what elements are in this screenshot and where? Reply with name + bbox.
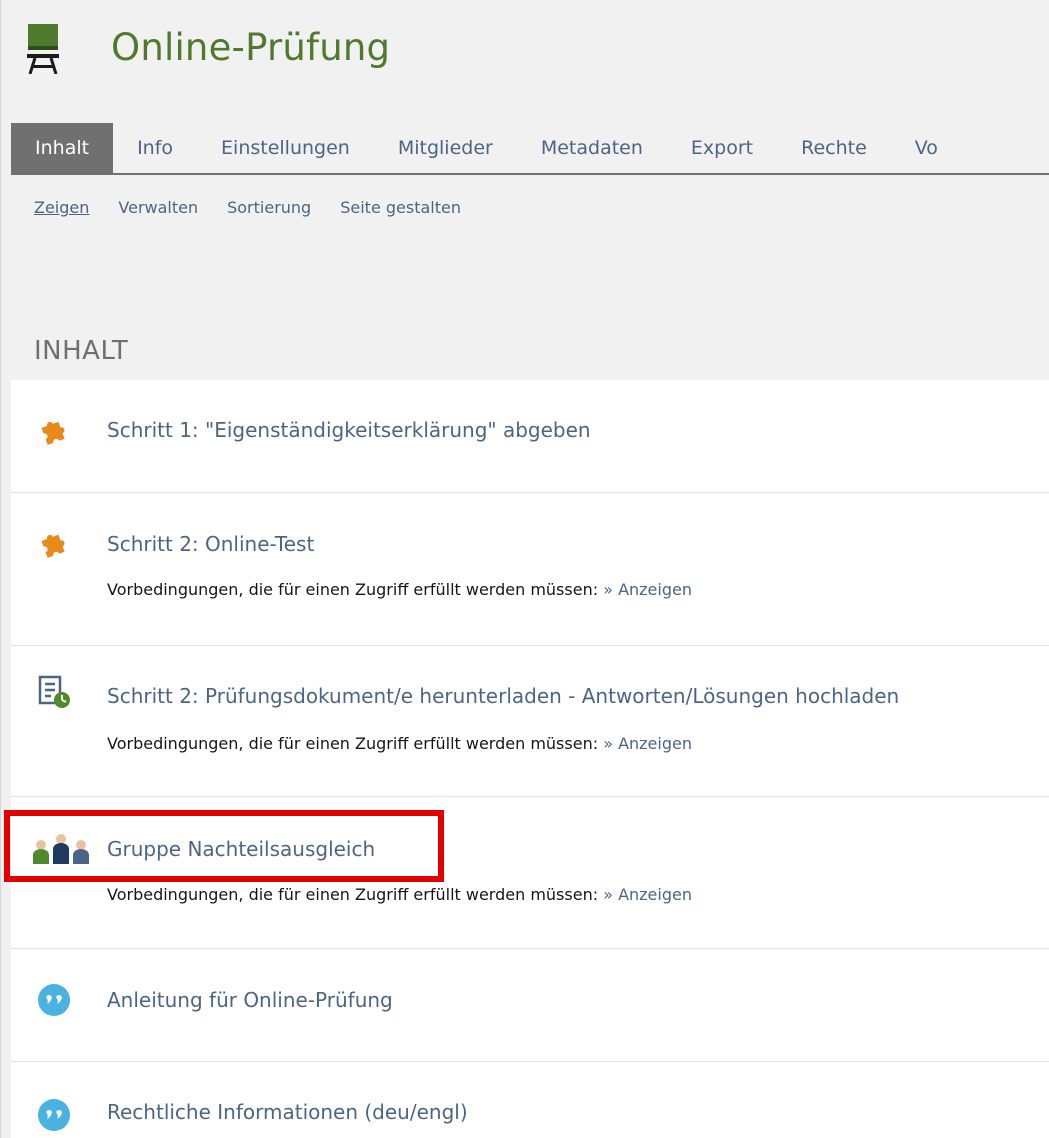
item-preconditions: Vorbedingungen, die für einen Zugriff er… (107, 734, 692, 753)
list-item: Schritt 2: Prüfungsdokument/e herunterla… (11, 646, 1049, 797)
tab-overflow[interactable]: Vo (891, 123, 962, 173)
wiki-icon (38, 1099, 70, 1131)
section-title: INHALT (34, 336, 129, 366)
item-title[interactable]: Rechtliche Informationen (deu/engl) (107, 1100, 468, 1124)
item-title[interactable]: Schritt 2: Online-Test (107, 532, 314, 556)
list-item: Schritt 2: Online-Test Vorbedingungen, d… (11, 493, 1049, 646)
show-preconditions-link[interactable]: » Anzeigen (603, 885, 692, 904)
classroom-desk-icon (27, 24, 59, 74)
page: Online-Prüfung Inhalt Info Einstellungen… (0, 0, 1049, 1138)
subtab-verwalten[interactable]: Verwalten (118, 198, 198, 217)
tab-mitglieder[interactable]: Mitglieder (374, 123, 517, 173)
page-header: Online-Prüfung (1, 0, 1049, 110)
subtab-seite-gestalten[interactable]: Seite gestalten (340, 198, 461, 217)
subtab-zeigen[interactable]: Zeigen (34, 198, 89, 217)
preconditions-label: Vorbedingungen, die für einen Zugriff er… (107, 580, 599, 599)
puzzle-icon (41, 421, 65, 445)
exercise-document-icon (38, 675, 70, 708)
item-preconditions: Vorbedingungen, die für einen Zugriff er… (107, 885, 692, 904)
highlight-frame (4, 810, 444, 882)
sub-tabs: Zeigen Verwalten Sortierung Seite gestal… (34, 198, 490, 217)
page-title: Online-Prüfung (111, 26, 391, 69)
tab-export[interactable]: Export (667, 123, 777, 173)
item-title[interactable]: Schritt 2: Prüfungsdokument/e herunterla… (107, 684, 899, 708)
list-item: Schritt 1: "Eigenständigkeitserklärung" … (11, 380, 1049, 493)
puzzle-icon (41, 534, 65, 558)
preconditions-label: Vorbedingungen, die für einen Zugriff er… (107, 734, 599, 753)
tab-inhalt[interactable]: Inhalt (11, 123, 114, 173)
tab-rechte[interactable]: Rechte (777, 123, 891, 173)
list-item: Rechtliche Informationen (deu/engl) (11, 1062, 1049, 1138)
item-title[interactable]: Anleitung für Online-Prüfung (107, 988, 393, 1012)
tab-metadaten[interactable]: Metadaten (517, 123, 667, 173)
tab-info[interactable]: Info (113, 123, 197, 173)
item-preconditions: Vorbedingungen, die für einen Zugriff er… (107, 580, 692, 599)
show-preconditions-link[interactable]: » Anzeigen (603, 734, 692, 753)
tab-einstellungen[interactable]: Einstellungen (197, 123, 374, 173)
subtab-sortierung[interactable]: Sortierung (227, 198, 311, 217)
item-title[interactable]: Schritt 1: "Eigenständigkeitserklärung" … (107, 418, 591, 442)
main-tabs: Inhalt Info Einstellungen Mitglieder Met… (11, 123, 1049, 175)
list-item: Anleitung für Online-Prüfung (11, 949, 1049, 1062)
show-preconditions-link[interactable]: » Anzeigen (603, 580, 692, 599)
preconditions-label: Vorbedingungen, die für einen Zugriff er… (107, 885, 599, 904)
content-list: Schritt 1: "Eigenständigkeitserklärung" … (11, 380, 1049, 1138)
wiki-icon (38, 984, 70, 1016)
